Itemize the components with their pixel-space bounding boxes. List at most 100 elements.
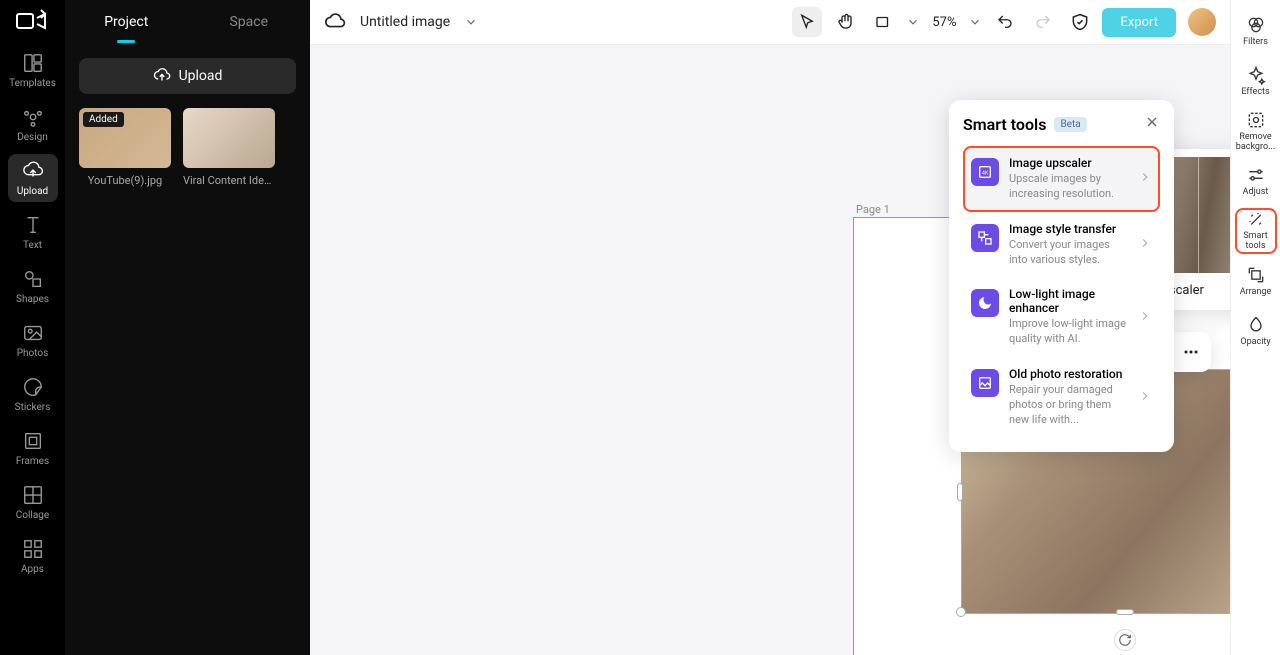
rail-adjust[interactable]: Adjust <box>1235 158 1277 204</box>
resize-handle-s[interactable] <box>1116 609 1134 615</box>
top-bar: Untitled image 57% Export <box>310 0 1230 45</box>
rotate-handle[interactable] <box>1114 629 1136 651</box>
nav-label: Design <box>17 132 48 143</box>
shield-icon[interactable] <box>1070 12 1090 32</box>
restoration-icon <box>971 369 999 397</box>
nav-photos[interactable]: Photos <box>8 316 58 364</box>
nav-design[interactable]: Design <box>8 100 58 148</box>
rail-remove-bg[interactable]: Remove backgro... <box>1235 108 1277 154</box>
tab-project[interactable]: Project <box>65 0 188 43</box>
rail-label: Effects <box>1241 88 1269 98</box>
nav-shapes[interactable]: Shapes <box>8 262 58 310</box>
main-area: Untitled image 57% Export Page 1 <box>310 0 1230 655</box>
cloud-upload-icon <box>153 67 171 85</box>
nav-label: Text <box>23 240 42 251</box>
thumbnail-item[interactable]: Viral Content Ideas(3... <box>183 108 275 187</box>
canvas-area[interactable]: Page 1 Image upscaler Smart tools <box>310 45 1230 655</box>
nav-frames[interactable]: Frames <box>8 424 58 472</box>
app-logo[interactable] <box>15 8 51 34</box>
smart-item-desc: Convert your images into various styles. <box>1009 238 1128 268</box>
chevron-right-icon <box>1138 169 1152 188</box>
smart-tools-panel: Smart tools Beta 4K Image upscaler Upscal… <box>949 100 1174 452</box>
rail-opacity[interactable]: Opacity <box>1235 308 1277 354</box>
resize-handle-sw[interactable] <box>956 607 966 617</box>
smart-item-desc: Improve low-light image quality with AI. <box>1009 317 1128 347</box>
rail-effects[interactable]: Effects <box>1235 58 1277 104</box>
cloud-icon[interactable] <box>324 11 346 33</box>
nav-stickers[interactable]: Stickers <box>8 370 58 418</box>
thumbnail-image <box>183 108 275 168</box>
rail-filters[interactable]: Filters <box>1235 8 1277 54</box>
page-label: Page 1 <box>856 203 890 216</box>
thumbnail-image: Added <box>79 108 171 168</box>
nav-collage[interactable]: Collage <box>8 478 58 526</box>
smart-tool-upscaler[interactable]: 4K Image upscaler Upscale images by incre… <box>963 146 1160 212</box>
nav-text[interactable]: Text <box>8 208 58 256</box>
resize-handle-w[interactable] <box>957 483 963 501</box>
smart-tools-title: Smart tools <box>963 115 1046 134</box>
chevron-down-icon[interactable] <box>968 15 982 29</box>
nav-label: Stickers <box>15 402 51 413</box>
upload-button[interactable]: Upload <box>79 58 296 94</box>
properties-rail: Filters Effects Remove backgro... Adjust… <box>1230 0 1280 655</box>
rail-label: Remove backgro... <box>1235 133 1277 153</box>
chevron-down-icon[interactable] <box>464 15 478 29</box>
rail-label: Filters <box>1243 38 1268 48</box>
upload-label: Upload <box>179 68 223 84</box>
redo-button[interactable] <box>1028 7 1058 37</box>
upload-panel: Project Space Upload Added YouTube(9).jp… <box>65 0 310 655</box>
added-badge: Added <box>83 112 124 127</box>
thumbnail-item[interactable]: Added YouTube(9).jpg <box>79 108 171 187</box>
export-button[interactable]: Export <box>1102 8 1176 37</box>
svg-text:4K: 4K <box>982 171 989 177</box>
resize-tool[interactable] <box>868 7 898 37</box>
smart-item-title: Image style transfer <box>1009 222 1128 236</box>
nav-upload[interactable]: Upload <box>8 154 58 202</box>
smart-item-title: Image upscaler <box>1009 156 1128 170</box>
thumbnail-grid: Added YouTube(9).jpg Viral Content Ideas… <box>79 108 296 187</box>
nav-label: Photos <box>17 348 49 359</box>
zoom-level[interactable]: 57% <box>932 15 956 30</box>
rail-label: Arrange <box>1240 288 1272 298</box>
nav-apps[interactable]: Apps <box>8 532 58 580</box>
thumbnail-name: Viral Content Ideas(3... <box>183 174 275 187</box>
nav-label: Collage <box>16 510 49 521</box>
rail-arrange[interactable]: Arrange <box>1235 258 1277 304</box>
chevron-right-icon <box>1138 235 1152 254</box>
beta-badge: Beta <box>1054 117 1086 132</box>
nav-templates[interactable]: Templates <box>8 46 58 94</box>
chevron-down-icon[interactable] <box>906 15 920 29</box>
rail-label: Adjust <box>1243 188 1269 198</box>
close-button[interactable] <box>1144 114 1160 134</box>
upscaler-icon: 4K <box>971 158 999 186</box>
more-button[interactable] <box>1179 340 1203 364</box>
nav-label: Templates <box>9 78 56 89</box>
style-transfer-icon <box>971 224 999 252</box>
chevron-right-icon <box>1138 388 1152 407</box>
chevron-right-icon <box>1138 308 1152 327</box>
rail-smart-tools[interactable]: Smart tools <box>1235 208 1277 254</box>
smart-tool-low-light[interactable]: Low-light image enhancerImprove low-ligh… <box>963 277 1160 357</box>
rail-label: Smart tools <box>1237 232 1275 252</box>
user-avatar[interactable] <box>1188 8 1216 36</box>
tab-space[interactable]: Space <box>188 0 311 43</box>
smart-item-title: Low-light image enhancer <box>1009 287 1128 315</box>
document-title[interactable]: Untitled image <box>360 14 450 30</box>
nav-label: Shapes <box>16 294 49 305</box>
undo-button[interactable] <box>990 7 1020 37</box>
hand-tool[interactable] <box>830 7 860 37</box>
nav-label: Upload <box>17 186 48 197</box>
low-light-icon <box>971 289 999 317</box>
rail-label: Opacity <box>1240 338 1270 348</box>
smart-item-title: Old photo restoration <box>1009 367 1128 381</box>
smart-item-desc: Upscale images by increasing resolution. <box>1009 172 1128 202</box>
thumbnail-name: YouTube(9).jpg <box>79 174 171 187</box>
smart-tool-style-transfer[interactable]: Image style transfer Convert your images … <box>963 212 1160 278</box>
smart-tool-restoration[interactable]: Old photo restoration Repair your damaged… <box>963 357 1160 438</box>
smart-item-desc: Repair your damaged photos or bring them… <box>1009 383 1128 428</box>
app-nav-rail: Templates Design Upload Text Shapes Phot… <box>0 0 65 655</box>
nav-label: Frames <box>16 456 49 467</box>
cursor-tool[interactable] <box>792 7 822 37</box>
panel-tabs: Project Space <box>65 0 310 44</box>
nav-label: Apps <box>21 564 44 575</box>
